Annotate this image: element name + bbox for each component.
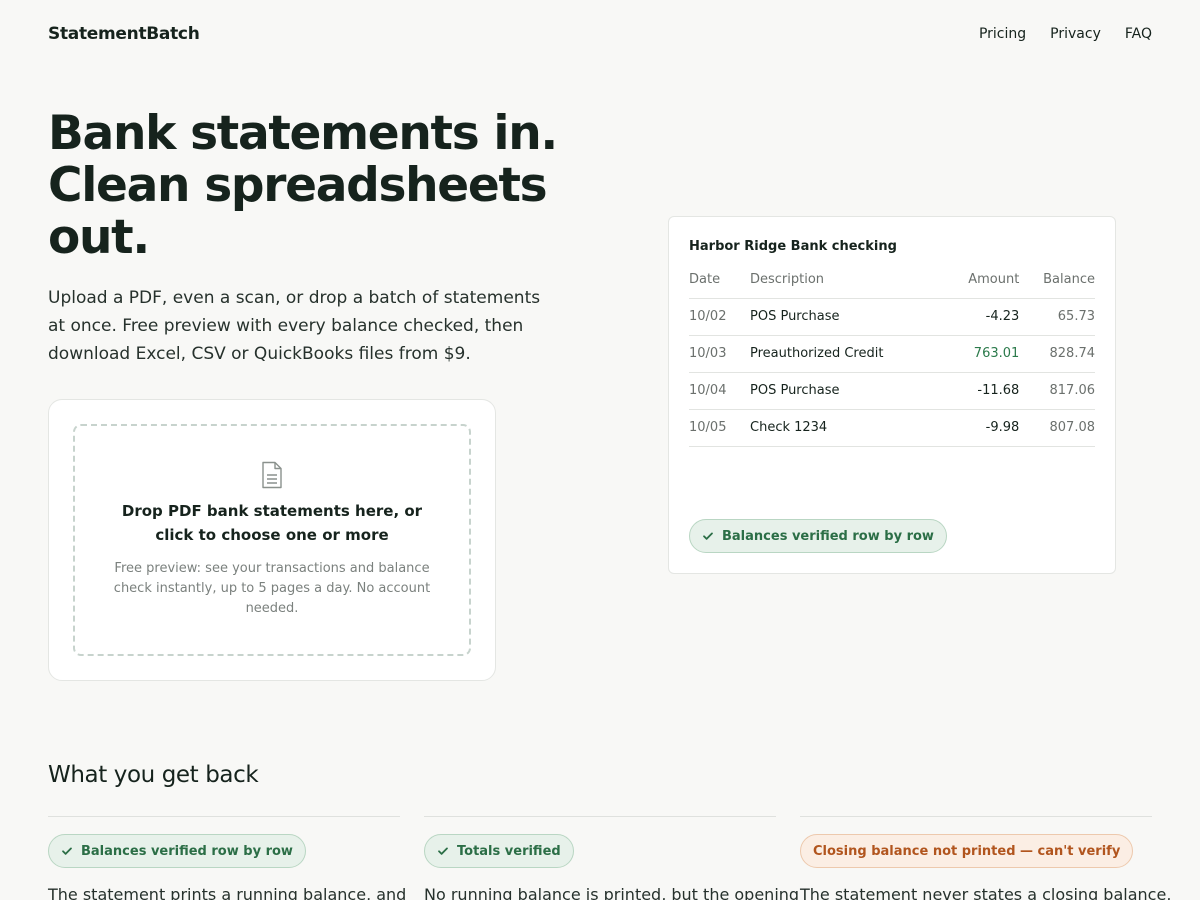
row-balance: 828.74 — [1019, 335, 1095, 373]
preview-title: Harbor Ridge Bank checking — [689, 239, 897, 254]
column-header-amount: Amount — [944, 261, 1020, 299]
nav-link-faq[interactable]: FAQ — [1125, 26, 1152, 42]
row-amount: 763.01 — [944, 335, 1020, 373]
verified-badge: Totals verified — [424, 834, 574, 868]
column-header-date: Date — [689, 261, 750, 299]
badge-label: Closing balance not printed — can't veri… — [813, 843, 1121, 859]
row-amount: -11.68 — [944, 372, 1020, 410]
dropzone-title: Drop PDF bank statements here, or click … — [121, 502, 423, 544]
row-description: Check 1234 — [750, 409, 945, 447]
row-date: 10/02 — [689, 298, 750, 336]
feature-card: Closing balance not printed — can't veri… — [800, 816, 1172, 900]
badge-label: Balances verified row by row — [722, 528, 934, 544]
badge-label: Balances verified row by row — [81, 843, 293, 859]
row-date: 10/05 — [689, 409, 750, 447]
feature-card: Balances verified row by row The stateme… — [48, 816, 407, 900]
table-header-row: Date Description Amount Balance — [689, 261, 1095, 299]
hero-title: Bank statements in. Clean spreadsheets o… — [48, 108, 568, 264]
statement-preview-card: Harbor Ridge Bank checking Date Descript… — [668, 216, 1116, 574]
warning-badge: Closing balance not printed — can't veri… — [800, 834, 1134, 868]
hero-title-line: Clean spreadsheets — [48, 158, 548, 213]
transactions-table: Date Description Amount Balance 10/02 PO… — [689, 261, 1095, 447]
file-text-icon — [262, 461, 282, 489]
feature-text: The statement never states a closing bal… — [800, 885, 1172, 900]
row-description: Preauthorized Credit — [750, 335, 945, 373]
column-header-balance: Balance — [1019, 261, 1095, 299]
hero-title-line: Bank statements in. — [48, 106, 558, 161]
row-date: 10/04 — [689, 372, 750, 410]
row-balance: 807.08 — [1019, 409, 1095, 447]
table-row: 10/03 Preauthorized Credit 763.01 828.74 — [689, 335, 1095, 373]
check-icon — [703, 532, 713, 540]
row-description: POS Purchase — [750, 372, 945, 410]
row-balance: 817.06 — [1019, 372, 1095, 410]
hero-title-line: out. — [48, 210, 150, 265]
dropzone-note: Free preview: see your transactions and … — [113, 561, 431, 616]
column-header-description: Description — [750, 261, 945, 299]
feature-text: No running balance is printed, but the o… — [424, 885, 800, 900]
feature-list: Balances verified row by row The stateme… — [48, 816, 1172, 900]
row-balance: 65.73 — [1019, 298, 1095, 336]
row-amount: -9.98 — [944, 409, 1020, 447]
row-date: 10/03 — [689, 335, 750, 373]
row-amount: -4.23 — [944, 298, 1020, 336]
table-row: 10/02 POS Purchase -4.23 65.73 — [689, 298, 1095, 336]
nav-links: Pricing Privacy FAQ — [979, 26, 1152, 42]
hero-subtitle: Upload a PDF, even a scan, or drop a bat… — [48, 288, 541, 364]
verified-badge: Balances verified row by row — [689, 519, 947, 553]
verified-badge: Balances verified row by row — [48, 834, 306, 868]
top-nav: StatementBatch Pricing Privacy FAQ — [48, 22, 1152, 46]
section-title: What you get back — [48, 762, 259, 788]
row-description: POS Purchase — [750, 298, 945, 336]
table-row: 10/05 Check 1234 -9.98 807.08 — [689, 409, 1095, 447]
upload-card: Drop PDF bank statements here, or click … — [48, 399, 496, 681]
check-icon — [62, 847, 72, 855]
feature-card: Totals verified No running balance is pr… — [424, 816, 800, 900]
brand-logo[interactable]: StatementBatch — [48, 24, 200, 44]
nav-link-pricing[interactable]: Pricing — [979, 26, 1026, 42]
badge-label: Totals verified — [457, 843, 561, 859]
pdf-dropzone[interactable]: Drop PDF bank statements here, or click … — [73, 424, 471, 656]
table-row: 10/04 POS Purchase -11.68 817.06 — [689, 372, 1095, 410]
feature-text: The statement prints a running balance, … — [48, 885, 407, 900]
nav-link-privacy[interactable]: Privacy — [1050, 26, 1101, 42]
check-icon — [438, 847, 448, 855]
